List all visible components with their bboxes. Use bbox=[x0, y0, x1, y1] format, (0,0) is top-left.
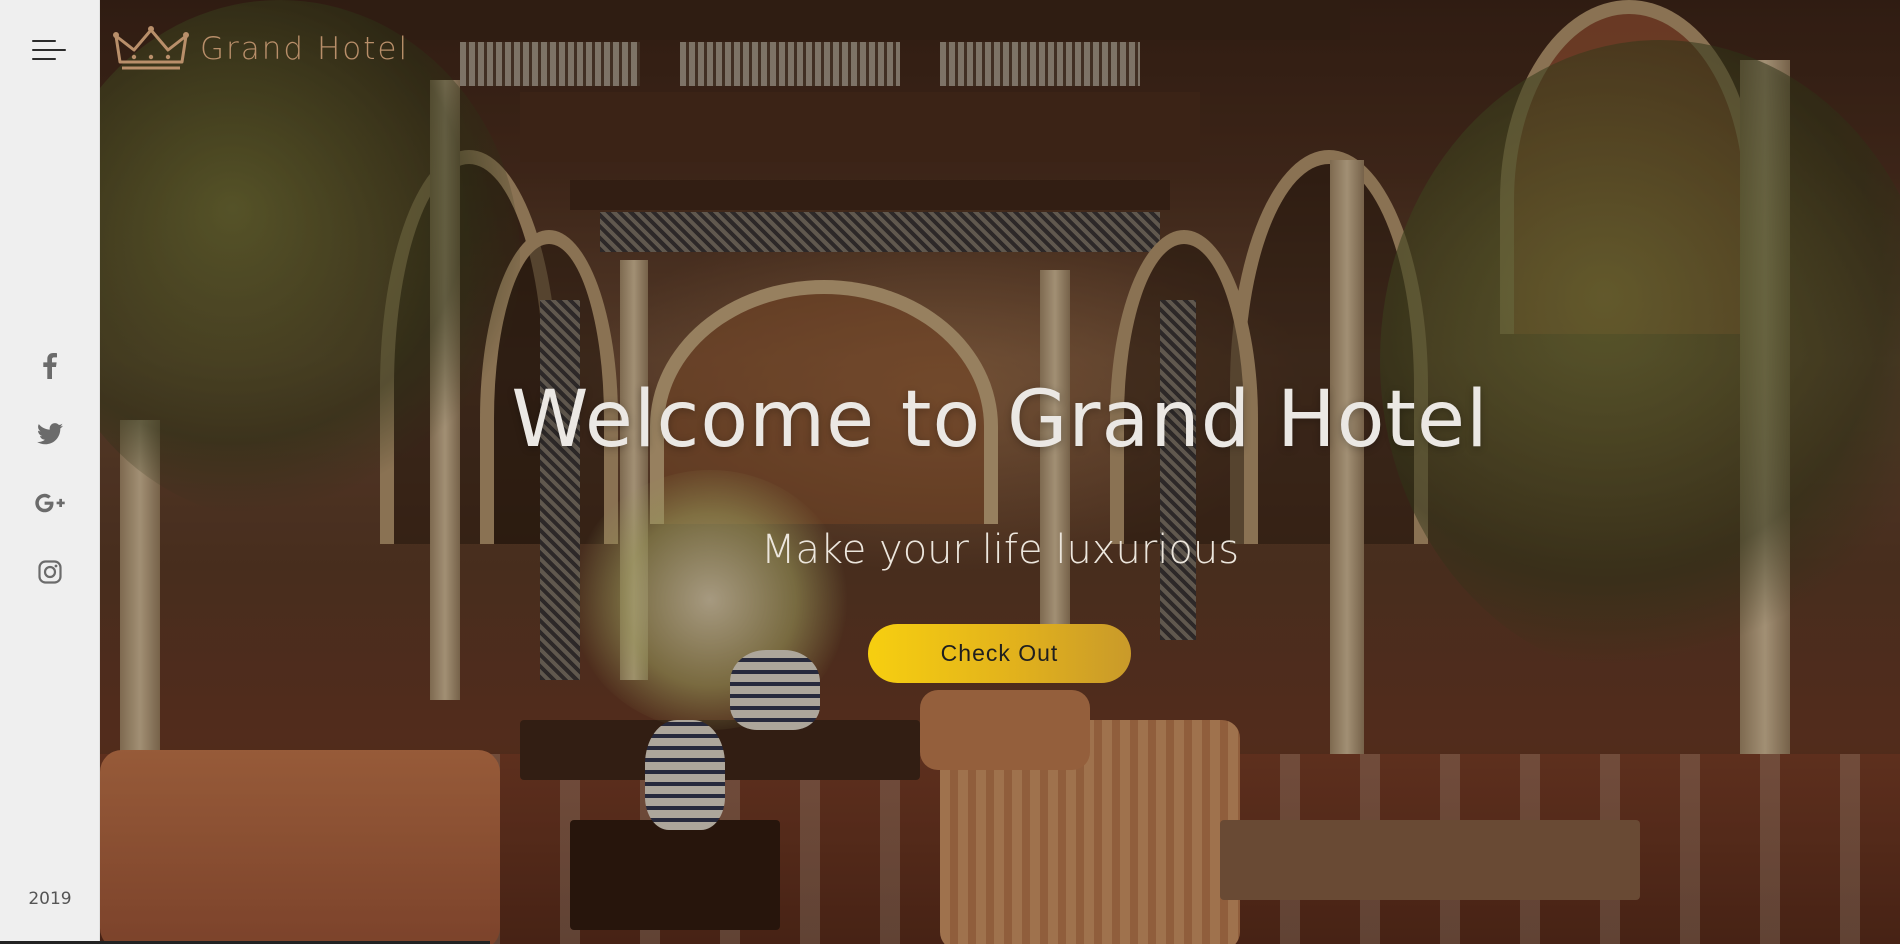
menu-line bbox=[32, 58, 56, 60]
page: 2019 Grand Hotel Welcome to Grand Hotel … bbox=[0, 0, 1900, 944]
hero-title: Welcome to Grand Hotel bbox=[511, 375, 1489, 465]
hero-background-image bbox=[100, 0, 1900, 944]
check-out-button[interactable]: Check Out bbox=[868, 624, 1131, 683]
copyright-year: 2019 bbox=[28, 889, 72, 909]
hero-subtitle: Make your life luxurious bbox=[760, 527, 1240, 573]
hamburger-menu-icon[interactable] bbox=[32, 38, 68, 64]
facebook-icon bbox=[43, 353, 57, 379]
crown-icon bbox=[113, 26, 189, 70]
instagram-icon bbox=[38, 560, 62, 584]
sidebar: 2019 bbox=[0, 0, 100, 944]
google-plus-icon bbox=[35, 493, 65, 513]
logo[interactable]: Grand Hotel bbox=[112, 24, 409, 74]
google-plus-link[interactable] bbox=[0, 483, 100, 523]
facebook-link[interactable] bbox=[0, 346, 100, 386]
twitter-icon bbox=[37, 423, 63, 445]
instagram-link[interactable] bbox=[0, 552, 100, 592]
menu-line bbox=[32, 40, 56, 42]
twitter-link[interactable] bbox=[0, 414, 100, 454]
menu-line bbox=[32, 49, 66, 51]
logo-text: Grand Hotel bbox=[200, 30, 410, 67]
hero-overlay bbox=[100, 0, 1900, 944]
